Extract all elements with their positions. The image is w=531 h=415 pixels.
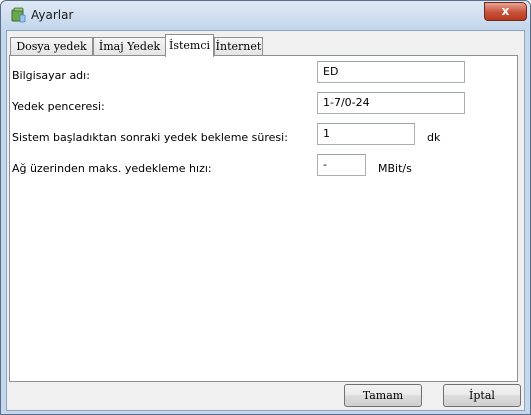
dialog-body: Dosya yedek İmaj Yedek İstemci İnternet … (6, 30, 525, 411)
settings-window: Ayarlar x Dosya yedek İmaj Yedek İstemci… (0, 0, 531, 415)
tab-strip: Dosya yedek İmaj Yedek İstemci İnternet (10, 34, 520, 57)
max-speed-input[interactable]: - (317, 154, 366, 176)
wait-time-input[interactable]: 1 (317, 123, 415, 145)
backup-window-label: Yedek penceresi: (12, 100, 105, 113)
computer-name-label: Bilgisayar adı: (12, 69, 90, 82)
close-button[interactable]: x (484, 2, 527, 21)
tab-client[interactable]: İstemci (165, 34, 214, 57)
max-speed-unit: MBit/s (378, 162, 412, 175)
wait-time-label: Sistem başladıktan sonraki yedek bekleme… (12, 131, 288, 144)
tab-file-backup[interactable]: Dosya yedek (10, 37, 93, 56)
window-title: Ayarlar (31, 8, 74, 22)
database-icon (10, 7, 26, 23)
ok-button[interactable]: Tamam (344, 384, 422, 407)
tab-image-backup[interactable]: İmaj Yedek (93, 37, 166, 56)
tab-internet[interactable]: İnternet (214, 37, 263, 56)
cancel-button[interactable]: İptal (443, 384, 521, 407)
client-settings-panel: Bilgisayar adı: ED Yedek penceresi: 1-7/… (9, 55, 518, 382)
computer-name-input[interactable]: ED (317, 61, 465, 83)
max-speed-label: Ağ üzerinden maks. yedekleme hızı: (12, 162, 212, 175)
wait-time-unit: dk (427, 131, 441, 144)
title-bar[interactable]: Ayarlar x (1, 1, 530, 29)
backup-window-input[interactable]: 1-7/0-24 (317, 92, 465, 114)
